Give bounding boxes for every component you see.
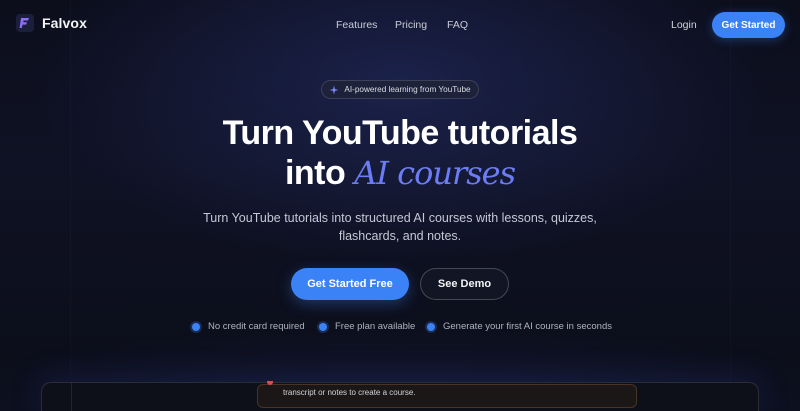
page-background — [0, 0, 800, 411]
top-navbar: Falvox Features Pricing FAQ Login Get St… — [0, 0, 800, 50]
nav-link-pricing[interactable]: Pricing — [395, 19, 427, 31]
falvox-logo-icon — [16, 14, 34, 32]
bullet-dot-icon — [192, 322, 200, 331]
nav-link-faq[interactable]: FAQ — [447, 19, 468, 31]
hero-title-accent: AI courses — [354, 154, 516, 192]
see-demo-button[interactable]: See Demo — [420, 268, 509, 300]
bullet-dot-icon — [427, 322, 435, 331]
feature-text: Generate your first AI course in seconds — [443, 321, 612, 332]
login-link[interactable]: Login — [671, 19, 697, 31]
get-started-button[interactable]: Get Started — [712, 12, 785, 38]
feature-item: Free plan available — [319, 321, 415, 332]
hero-title-plain: into — [284, 154, 346, 192]
bullet-dot-icon — [319, 322, 327, 331]
feature-text: Free plan available — [335, 321, 416, 332]
feature-text: No credit card required — [208, 321, 305, 332]
sparkle-icon — [329, 85, 339, 94]
hero-title: Turn YouTube tutorials into AI courses — [0, 113, 800, 193]
hero-badge-text: AI-powered learning from YouTube — [344, 85, 471, 94]
brand-name: Falvox — [42, 15, 87, 31]
feature-list: No credit card required Free plan availa… — [0, 321, 800, 333]
preview-alert-text: transcript or notes to create a course. — [283, 388, 416, 397]
grid-line — [730, 0, 731, 411]
get-started-free-button[interactable]: Get Started Free — [291, 268, 409, 300]
hero-subtitle: Turn YouTube tutorials into structured A… — [203, 211, 597, 243]
feature-item: No credit card required — [192, 321, 305, 332]
grid-line — [70, 0, 71, 411]
hero-badge: AI-powered learning from YouTube — [321, 80, 479, 99]
brand[interactable]: Falvox — [16, 14, 87, 32]
nav-link-features[interactable]: Features — [336, 19, 377, 31]
preview-sidebar-divider — [71, 383, 72, 411]
feature-item: Generate your first AI course in seconds — [427, 321, 612, 332]
hero-title-line2: into AI courses — [0, 153, 800, 193]
hero-title-line1: Turn YouTube tutorials — [222, 114, 578, 152]
